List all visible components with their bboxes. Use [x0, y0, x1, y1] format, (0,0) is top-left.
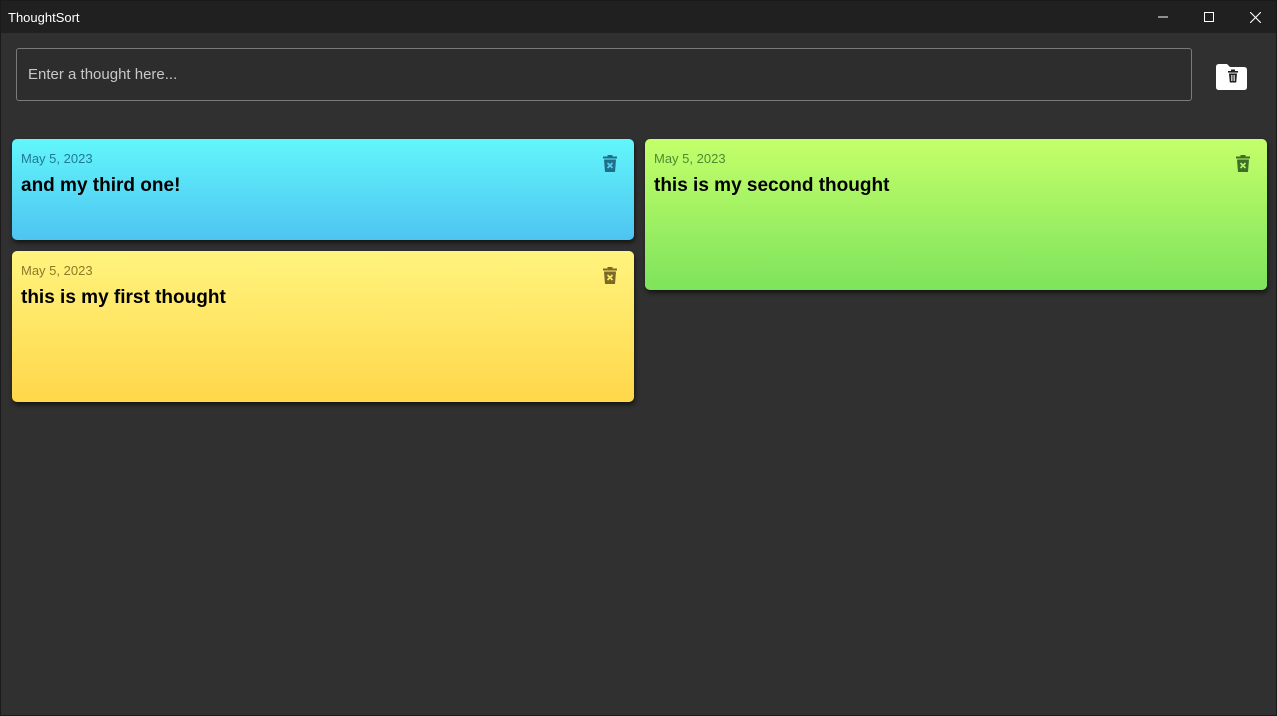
thought-card[interactable]: May 5, 2023 this is my first thought	[12, 251, 634, 402]
title-bar[interactable]: ThoughtSort	[1, 1, 1276, 33]
card-delete-button[interactable]	[1233, 153, 1253, 173]
clear-all-button[interactable]	[1207, 54, 1255, 98]
card-date: May 5, 2023	[21, 151, 93, 166]
window-title: ThoughtSort	[8, 10, 80, 25]
thought-input[interactable]	[16, 48, 1192, 101]
card-text: this is my second thought	[654, 175, 890, 196]
trash-icon	[603, 266, 617, 284]
card-delete-button[interactable]	[600, 265, 620, 285]
thought-card[interactable]: May 5, 2023 this is my second thought	[645, 139, 1267, 290]
trash-icon	[1236, 154, 1250, 172]
card-text: and my third one!	[21, 175, 181, 196]
card-text: this is my first thought	[21, 287, 226, 308]
close-button[interactable]	[1232, 1, 1277, 33]
card-date: May 5, 2023	[654, 151, 726, 166]
maximize-icon	[1204, 12, 1214, 22]
app-window: ThoughtSort Ma	[0, 0, 1277, 716]
trash-icon	[603, 154, 617, 172]
maximize-button[interactable]	[1186, 1, 1232, 33]
folder-delete-icon	[1216, 64, 1247, 90]
minimize-button[interactable]	[1140, 1, 1186, 33]
thought-card[interactable]: May 5, 2023 and my third one!	[12, 139, 634, 240]
close-icon	[1249, 11, 1261, 23]
card-delete-button[interactable]	[600, 153, 620, 173]
minimize-icon	[1158, 16, 1168, 18]
card-date: May 5, 2023	[21, 263, 93, 278]
